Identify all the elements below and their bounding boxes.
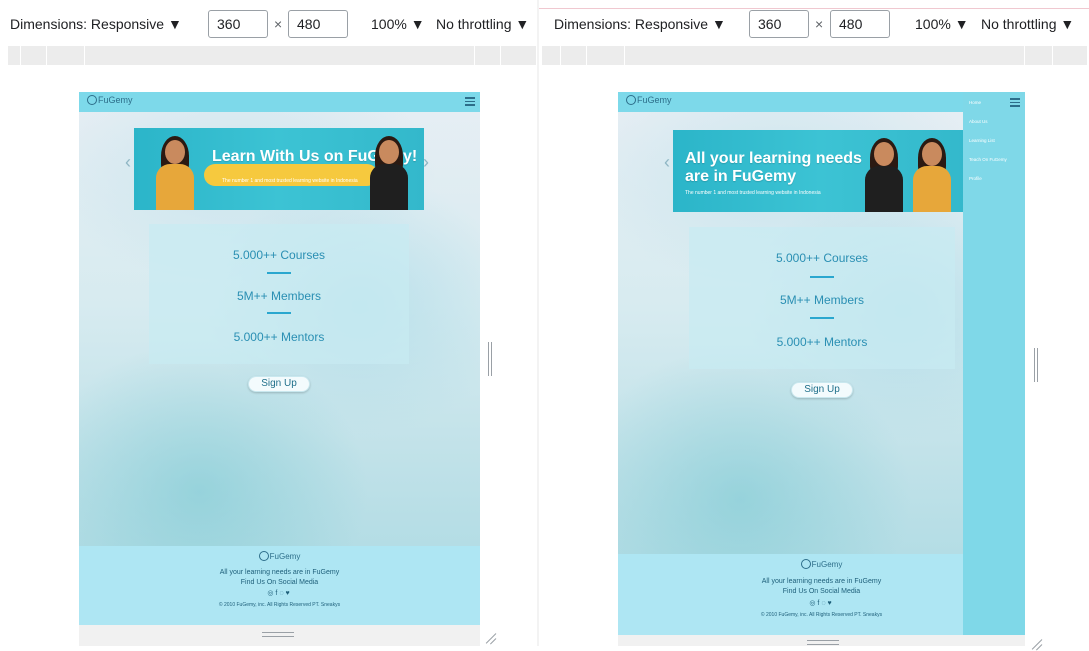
signup-button[interactable]: Sign Up xyxy=(248,376,310,392)
banner-person-right xyxy=(366,136,412,210)
zoom-dropdown[interactable]: 100% ▼ xyxy=(915,16,969,32)
carousel-prev-icon[interactable]: ‹ xyxy=(664,152,670,173)
banner-title-line1: All your learning needs xyxy=(685,150,862,167)
stat-members: 5M++ Members xyxy=(779,293,865,307)
times-icon: × xyxy=(274,16,283,32)
logo-text: FuGemy xyxy=(637,95,672,105)
footer-logo-text: FuGemy xyxy=(269,551,301,561)
stat-courses: 5.000++ Courses xyxy=(232,248,326,262)
menu-item-about-us[interactable]: About Us xyxy=(969,119,988,124)
hamburger-menu-icon[interactable] xyxy=(1010,98,1020,107)
dimensions-dropdown[interactable]: Dimensions: Responsive ▼ xyxy=(554,16,726,32)
media-query-ruler[interactable] xyxy=(542,46,1087,65)
footer-logo[interactable]: FuGemy xyxy=(79,551,480,561)
banner-person-left xyxy=(861,138,907,212)
logo-icon xyxy=(87,95,97,105)
logo-text: FuGemy xyxy=(98,95,133,105)
footer-logo-icon xyxy=(258,551,269,561)
stat-divider xyxy=(810,317,834,319)
throttling-dropdown[interactable]: No throttling ▼ xyxy=(436,16,529,32)
zoom-dropdown[interactable]: 100% ▼ xyxy=(371,16,425,32)
footer-logo-text: FuGemy xyxy=(811,559,843,569)
stat-divider xyxy=(267,312,291,314)
device-viewport: FuGemy ‹ All your learning needs are in … xyxy=(618,92,1025,635)
banner-person-right xyxy=(909,138,955,212)
bottom-resize-handle[interactable] xyxy=(262,632,294,637)
stat-courses: 5.000++ Courses xyxy=(775,251,869,265)
device-viewport: FuGemy ‹ › Learn With Us on FuGemy! The … xyxy=(79,92,480,625)
footer-social-label: Find Us On Social Media xyxy=(240,579,319,586)
footer-logo-icon xyxy=(800,559,811,569)
stat-members: 5M++ Members xyxy=(236,289,322,303)
logo-icon xyxy=(626,95,636,105)
corner-resize-handle[interactable] xyxy=(1030,636,1042,648)
panel-divider xyxy=(537,0,539,646)
right-resize-handle[interactable] xyxy=(1034,348,1038,382)
banner-person-left xyxy=(152,136,198,210)
menu-item-learning-list[interactable]: Learning List xyxy=(969,138,995,143)
hero-carousel-banner: Learn With Us on FuGemy! The number 1 an… xyxy=(134,128,424,210)
stat-divider xyxy=(267,272,291,274)
menu-item-home[interactable]: Home xyxy=(969,100,981,105)
site-logo[interactable]: FuGemy xyxy=(626,95,672,105)
bottom-resize-handle[interactable] xyxy=(807,640,839,645)
device-panel-right: Dimensions: Responsive ▼ 360 × 480 100% … xyxy=(540,0,1089,646)
height-input[interactable]: 480 xyxy=(288,10,348,38)
width-input[interactable]: 360 xyxy=(749,10,809,38)
carousel-prev-icon[interactable]: ‹ xyxy=(125,152,131,173)
stats-box: 5.000++ Courses 5M++ Members 5.000++ Men… xyxy=(689,227,955,369)
menu-item-teach-on-fugemy[interactable]: Teach On FuGemy xyxy=(969,157,1007,162)
footer-copyright: © 2010 FuGemy, inc. All Rights Reserved … xyxy=(218,602,341,608)
banner-title-line2: are in FuGemy xyxy=(685,168,797,185)
times-icon: × xyxy=(815,16,824,32)
media-query-ruler[interactable] xyxy=(8,46,536,65)
hero-carousel-banner: All your learning needs are in FuGemy Th… xyxy=(673,130,969,212)
stat-divider xyxy=(810,276,834,278)
device-panel-left: Dimensions: Responsive ▼ 360 × 480 100% … xyxy=(0,0,540,646)
signup-button[interactable]: Sign Up xyxy=(791,382,853,398)
throttling-dropdown[interactable]: No throttling ▼ xyxy=(981,16,1074,32)
footer-tagline: All your learning needs are in FuGemy xyxy=(219,569,340,576)
stats-box: 5.000++ Courses 5M++ Members 5.000++ Men… xyxy=(149,224,409,364)
hamburger-menu-icon[interactable] xyxy=(465,97,475,106)
height-input[interactable]: 480 xyxy=(830,10,890,38)
stat-mentors: 5.000++ Mentors xyxy=(776,335,868,349)
side-nav-menu: Home About Us Learning List Teach On FuG… xyxy=(963,92,1025,635)
banner-subtitle: The number 1 and most trusted learning w… xyxy=(685,190,821,196)
site-logo[interactable]: FuGemy xyxy=(87,95,133,105)
social-icons[interactable]: ◎f◌♥ xyxy=(79,589,480,597)
width-input[interactable]: 360 xyxy=(208,10,268,38)
right-resize-handle[interactable] xyxy=(488,342,492,376)
dimensions-dropdown[interactable]: Dimensions: Responsive ▼ xyxy=(10,16,182,32)
corner-resize-handle[interactable] xyxy=(484,630,496,642)
menu-item-profile[interactable]: Profile xyxy=(969,176,982,181)
stat-mentors: 5.000++ Mentors xyxy=(233,330,325,344)
device-toolbar-right: Dimensions: Responsive ▼ 360 × 480 100% … xyxy=(540,10,1089,38)
site-footer: FuGemy All your learning needs are in Fu… xyxy=(79,546,480,625)
banner-subtitle: The number 1 and most trusted learning w… xyxy=(222,178,358,184)
device-toolbar-left: Dimensions: Responsive ▼ 360 × 480 100% … xyxy=(0,10,540,38)
site-navbar: FuGemy xyxy=(79,92,480,112)
